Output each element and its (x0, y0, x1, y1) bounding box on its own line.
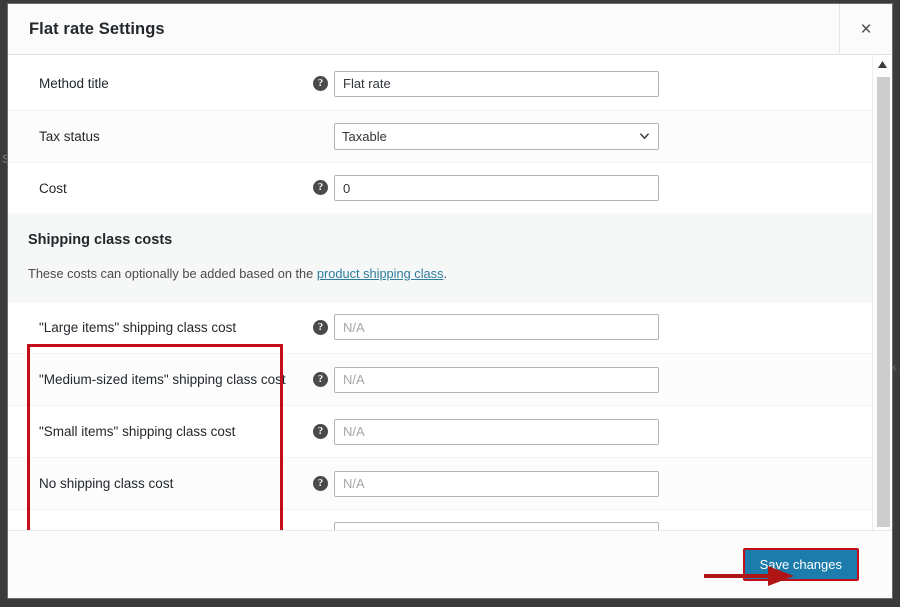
tax-status-select-wrapper: TaxableNone (334, 123, 659, 150)
field-cell (334, 302, 872, 354)
product-shipping-class-link[interactable]: product shipping class (317, 266, 444, 281)
field-cell (334, 406, 872, 458)
table-row: No shipping class cost? (8, 458, 872, 510)
table-row: Tax status TaxableNone (8, 110, 872, 162)
field-cell: Per class: Charge shipping for each ship… (334, 510, 872, 531)
large-items-shipping-class-cost-label: "Large items" shipping class cost (8, 302, 308, 354)
help-icon[interactable]: ? (313, 180, 328, 195)
section-description-prefix: These costs can optionally be added base… (28, 266, 317, 281)
field-cell (334, 354, 872, 406)
close-icon[interactable]: × (839, 4, 892, 55)
help-icon[interactable]: ? (313, 320, 328, 335)
help-cell: ? (308, 58, 334, 110)
scroll-up-icon[interactable] (873, 55, 892, 73)
settings-scroll-area: Method title?Tax statusTaxableNoneCost? … (8, 55, 872, 530)
calculation-type-label: Calculation type (8, 510, 308, 531)
table-row: "Medium-sized items" shipping class cost… (8, 354, 872, 406)
help-icon[interactable]: ? (313, 424, 328, 439)
help-icon-placeholder (313, 126, 328, 141)
table-row: Method title? (8, 58, 872, 110)
field-cell (334, 162, 872, 214)
flat-rate-settings-modal: Flat rate Settings × Method title?Tax st… (8, 4, 892, 598)
modal-body: Method title?Tax statusTaxableNoneCost? … (8, 55, 892, 530)
save-button[interactable]: Save changes (743, 548, 859, 581)
general-settings-rows: Method title?Tax statusTaxableNoneCost? (8, 58, 872, 214)
small-items-shipping-class-cost-input[interactable] (334, 419, 659, 445)
tax-status-select[interactable]: TaxableNone (334, 123, 659, 150)
cost-input[interactable] (334, 175, 659, 201)
vertical-scrollbar[interactable] (872, 55, 892, 530)
calculation-type-select[interactable]: Per class: Charge shipping for each ship… (334, 522, 659, 530)
table-row: "Small items" shipping class cost? (8, 406, 872, 458)
shipping-class-costs-table: "Large items" shipping class cost?"Mediu… (8, 302, 872, 531)
no-shipping-class-cost-input[interactable] (334, 471, 659, 497)
field-cell (334, 58, 872, 110)
section-description-suffix: . (443, 266, 447, 281)
calculation-type-select-wrapper: Per class: Charge shipping for each ship… (334, 522, 659, 530)
cost-label: Cost (8, 162, 308, 214)
medium-sized-items-shipping-class-cost-label: "Medium-sized items" shipping class cost (8, 354, 308, 406)
modal-footer: Save changes (8, 530, 892, 598)
help-cell: ? (308, 354, 334, 406)
general-settings-table: Method title?Tax statusTaxableNoneCost? (8, 58, 872, 215)
help-cell: ? (308, 458, 334, 510)
shipping-class-rows: "Large items" shipping class cost?"Mediu… (8, 302, 872, 531)
help-icon[interactable]: ? (313, 76, 328, 91)
field-cell: TaxableNone (334, 110, 872, 162)
small-items-shipping-class-cost-label: "Small items" shipping class cost (8, 406, 308, 458)
large-items-shipping-class-cost-input[interactable] (334, 314, 659, 340)
help-cell: ? (308, 162, 334, 214)
method-title-label: Method title (8, 58, 308, 110)
help-icon[interactable]: ? (313, 476, 328, 491)
help-icon[interactable]: ? (313, 372, 328, 387)
table-row: "Large items" shipping class cost? (8, 302, 872, 354)
section-title: Shipping class costs (28, 232, 872, 248)
tax-status-label: Tax status (8, 110, 308, 162)
help-cell: ? (308, 302, 334, 354)
section-description: These costs can optionally be added base… (28, 266, 872, 281)
table-row: Calculation type Per class: Charge shippi… (8, 510, 872, 531)
help-cell: ? (308, 406, 334, 458)
medium-sized-items-shipping-class-cost-input[interactable] (334, 367, 659, 393)
scrollbar-thumb[interactable] (877, 77, 890, 527)
help-cell (308, 110, 334, 162)
modal-header: Flat rate Settings × (8, 4, 892, 55)
page-title: Flat rate Settings (29, 20, 165, 39)
settings-content: Method title?Tax statusTaxableNoneCost? … (8, 55, 872, 530)
table-row: Cost? (8, 162, 872, 214)
field-cell (334, 458, 872, 510)
method-title-input[interactable] (334, 71, 659, 97)
no-shipping-class-cost-label: No shipping class cost (8, 458, 308, 510)
help-cell (308, 510, 334, 531)
shipping-class-costs-section: Shipping class costs These costs can opt… (8, 215, 872, 302)
